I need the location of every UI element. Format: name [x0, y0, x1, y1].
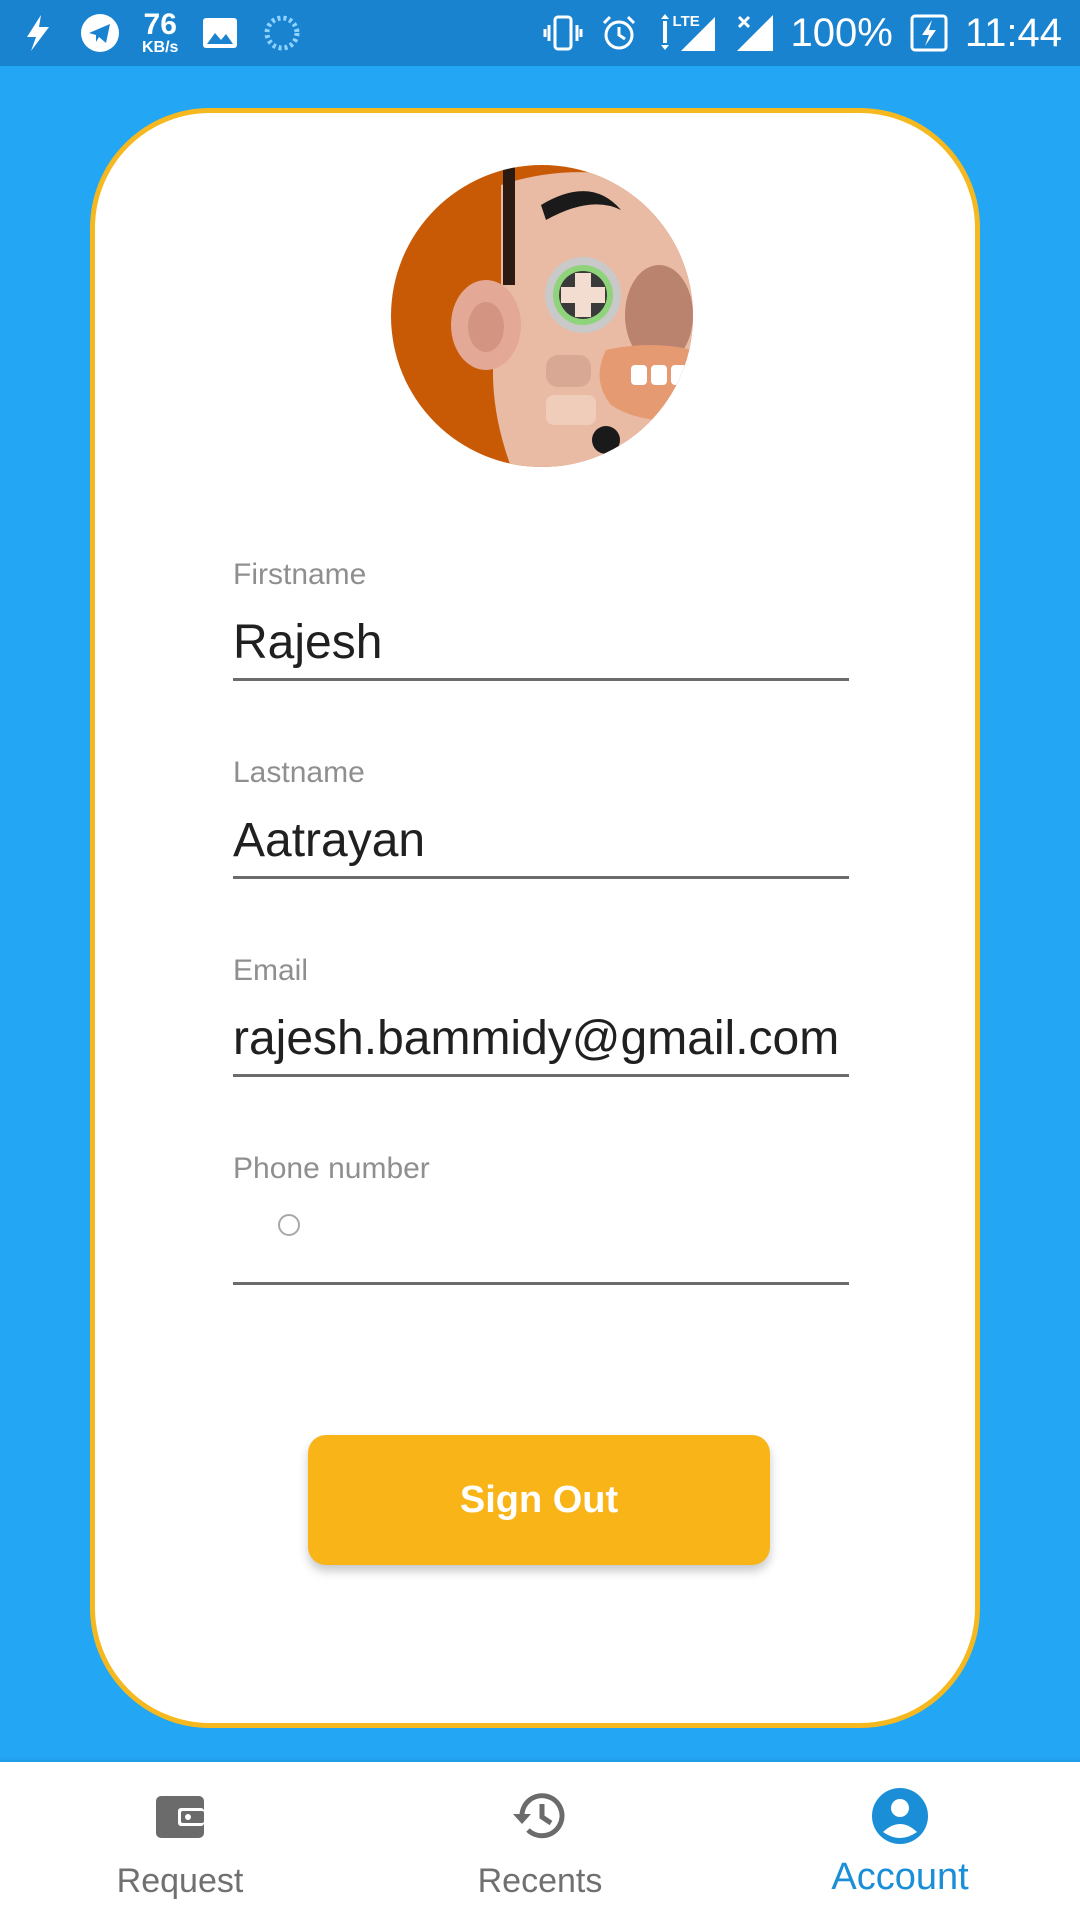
- network-speed: 76 KB/s: [142, 10, 178, 56]
- phone-input[interactable]: [233, 1202, 849, 1285]
- wallet-icon: [150, 1786, 210, 1846]
- account-circle-icon: [870, 1786, 930, 1846]
- nav-label-request: Request: [116, 1862, 244, 1900]
- email-input[interactable]: rajesh.bammidy@gmail.com: [233, 1004, 849, 1077]
- clock: 11:44: [964, 10, 1062, 55]
- firstname-field: Firstname Rajesh: [233, 558, 849, 681]
- email-field: Email rajesh.bammidy@gmail.com: [233, 954, 849, 1077]
- firstname-input[interactable]: Rajesh: [233, 608, 849, 681]
- no-signal-icon: [735, 13, 775, 53]
- phone-label: Phone number: [233, 1152, 430, 1185]
- profile-card: Firstname Rajesh Lastname Aatrayan Email…: [90, 108, 980, 1728]
- flame-icon: [18, 13, 58, 53]
- network-speed-unit: KB/s: [142, 39, 179, 56]
- lastname-field: Lastname Aatrayan: [233, 756, 849, 879]
- nav-label-account: Account: [831, 1856, 969, 1898]
- battery-percent: 100%: [790, 10, 893, 55]
- lastname-label: Lastname: [233, 756, 365, 789]
- vibrate-icon: [543, 13, 583, 53]
- email-label: Email: [233, 954, 309, 987]
- alarm-icon: [599, 13, 639, 53]
- sign-out-button[interactable]: Sign Out: [308, 1435, 770, 1565]
- network-speed-value: 76: [143, 8, 177, 41]
- battery-charging-icon: [909, 13, 949, 53]
- nav-item-account[interactable]: Account: [720, 1762, 1080, 1920]
- nav-label-recents: Recents: [477, 1862, 603, 1900]
- avatar[interactable]: [391, 165, 693, 467]
- bottom-navigation: Request Recents Account: [0, 1762, 1080, 1920]
- phone-field: Phone number: [233, 1152, 849, 1285]
- loading-indicator-icon: [278, 1214, 300, 1236]
- status-bar: 76 KB/s LTE 100% 11:44: [0, 0, 1080, 66]
- telegram-icon: [80, 13, 120, 53]
- loading-icon: [262, 13, 302, 53]
- nav-item-recents[interactable]: Recents: [360, 1762, 720, 1920]
- lastname-input[interactable]: Aatrayan: [233, 806, 849, 879]
- lte-signal-icon: LTE: [655, 13, 719, 53]
- firstname-label: Firstname: [233, 558, 367, 591]
- nav-item-request[interactable]: Request: [0, 1762, 360, 1920]
- image-icon: [200, 13, 240, 53]
- history-icon: [510, 1786, 570, 1846]
- lte-label: LTE: [672, 13, 700, 30]
